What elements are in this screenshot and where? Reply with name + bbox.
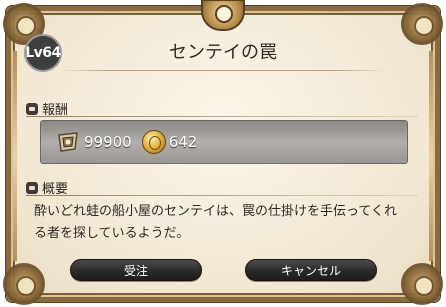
ornament-corner-icon [3,263,45,305]
frame-rail [429,51,433,261]
ornament-corner-icon [401,263,443,305]
section-bullet-icon [26,102,38,115]
reward-divider [26,116,418,117]
quest-title: センテイの罠 [169,42,277,63]
summary-divider [26,195,418,196]
title-divider [60,70,386,71]
accept-button[interactable]: 受注 [70,259,202,281]
reward-box: 99900 642 [40,120,408,164]
quest-summary: 酔いどれ蛙の船小屋のセンテイは、罠の仕掛けを手伝ってくれ る者を探しているようだ… [34,201,414,245]
section-bullet-icon [26,181,38,194]
summary-line: 酔いどれ蛙の船小屋のセンテイは、罠の仕掛けを手伝ってくれ [34,204,397,219]
reward-exp[interactable]: 99900 [55,129,132,155]
reward-gil[interactable]: 642 [141,130,198,154]
reward-exp-value: 99900 [84,133,132,151]
cancel-button[interactable]: キャンセル [245,259,377,281]
summary-line: る者を探しているようだ。 [34,226,190,241]
reward-gil-value: 642 [168,133,198,151]
exp-icon [55,129,81,155]
frame-rail [13,51,17,261]
gil-coin-icon [141,130,166,154]
crest-ornament-icon [201,0,245,31]
